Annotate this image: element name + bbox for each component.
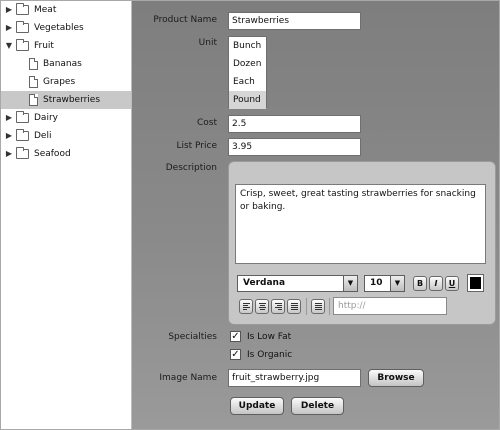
expand-arrow-icon[interactable]: ▶ <box>4 109 14 127</box>
browse-button[interactable]: Browse <box>368 369 424 387</box>
tree-item-fruit[interactable]: ▼ Fruit <box>1 37 131 55</box>
align-left-button[interactable] <box>239 299 253 314</box>
low-fat-checkbox[interactable]: ✓ <box>230 331 241 342</box>
chevron-down-icon[interactable]: ▼ <box>343 275 358 292</box>
tree-item-label: Deli <box>34 131 52 141</box>
document-icon <box>29 94 38 106</box>
align-center-button[interactable] <box>255 299 269 314</box>
folder-icon <box>16 111 29 123</box>
product-form: Product Name Strawberries Unit Bunch Doz… <box>132 1 499 429</box>
expand-arrow-icon[interactable]: ▶ <box>4 127 14 145</box>
unit-list[interactable]: Bunch Dozen Each Pound <box>228 36 267 109</box>
unit-label: Unit <box>198 38 217 48</box>
organic-label: Is Organic <box>247 350 293 360</box>
low-fat-label: Is Low Fat <box>247 332 292 342</box>
font-size-value: 10 <box>370 278 383 288</box>
tree-item-label: Strawberries <box>43 95 101 105</box>
underline-button[interactable]: U <box>445 276 459 291</box>
folder-icon <box>16 3 29 15</box>
cost-label: Cost <box>196 118 217 128</box>
unit-option-bunch[interactable]: Bunch <box>229 37 266 55</box>
font-family-value: Verdana <box>243 278 286 288</box>
update-button[interactable]: Update <box>230 397 284 415</box>
tree-item-label: Meat <box>34 5 57 15</box>
tree-item-label: Fruit <box>34 41 54 51</box>
align-justify-icon <box>291 303 298 311</box>
bullet-list-button[interactable] <box>311 299 325 314</box>
product-name-input[interactable]: Strawberries <box>228 12 361 30</box>
toolbar-divider <box>329 298 330 315</box>
tree-item-dairy[interactable]: ▶ Dairy <box>1 109 131 127</box>
tree-item-seafood[interactable]: ▶ Seafood <box>1 145 131 163</box>
tree-item-strawberries[interactable]: Strawberries <box>1 91 131 109</box>
folder-icon <box>16 129 29 141</box>
app-window: ▶ Meat ▶ Vegetables ▼ Fruit Bananas Grap… <box>0 0 500 430</box>
list-price-label: List Price <box>176 141 217 151</box>
chevron-down-icon[interactable]: ▼ <box>390 275 405 292</box>
toolbar-divider <box>306 298 307 315</box>
image-name-input[interactable]: fruit_strawberry.jpg <box>228 369 361 387</box>
description-textarea[interactable]: Crisp, sweet, great tasting strawberries… <box>235 184 486 264</box>
link-url-input[interactable]: http:// <box>333 297 447 315</box>
organic-checkbox[interactable]: ✓ <box>230 349 241 360</box>
list-price-input[interactable]: 3.95 <box>228 138 361 156</box>
text-color-swatch[interactable] <box>467 274 484 292</box>
description-label: Description <box>165 163 217 173</box>
unit-option-each[interactable]: Each <box>229 73 266 91</box>
tree-item-vegetables[interactable]: ▶ Vegetables <box>1 19 131 37</box>
align-left-icon <box>243 303 250 311</box>
tree-item-grapes[interactable]: Grapes <box>1 73 131 91</box>
document-icon <box>29 58 38 70</box>
font-family-select[interactable]: Verdana ▼ <box>237 275 358 292</box>
expand-arrow-icon[interactable]: ▶ <box>4 19 14 37</box>
cost-input[interactable]: 2.5 <box>228 115 361 133</box>
expand-arrow-icon[interactable]: ▶ <box>4 1 14 19</box>
justify-button[interactable] <box>287 299 301 314</box>
tree-item-bananas[interactable]: Bananas <box>1 55 131 73</box>
expand-arrow-icon[interactable]: ▶ <box>4 145 14 163</box>
description-editor: Crisp, sweet, great tasting strawberries… <box>228 161 496 325</box>
tree-item-label: Bananas <box>43 59 82 69</box>
font-size-select[interactable]: 10 ▼ <box>364 275 405 292</box>
tree-item-label: Seafood <box>34 149 71 159</box>
image-name-label: Image Name <box>159 373 217 383</box>
bold-button[interactable]: B <box>413 276 427 291</box>
tree-item-label: Vegetables <box>34 23 84 33</box>
tree-item-meat[interactable]: ▶ Meat <box>1 1 131 19</box>
folder-icon <box>16 147 29 159</box>
collapse-arrow-icon[interactable]: ▼ <box>4 37 14 55</box>
align-right-icon <box>275 303 282 311</box>
document-icon <box>29 76 38 88</box>
open-folder-icon <box>16 39 29 51</box>
unit-option-dozen[interactable]: Dozen <box>229 55 266 73</box>
specialties-label: Specialties <box>168 332 217 342</box>
unit-option-pound[interactable]: Pound <box>229 91 266 109</box>
product-name-label: Product Name <box>153 15 217 25</box>
align-center-icon <box>259 303 266 311</box>
folder-icon <box>16 21 29 33</box>
delete-button[interactable]: Delete <box>291 397 344 415</box>
bullet-list-icon <box>315 303 322 311</box>
category-tree: ▶ Meat ▶ Vegetables ▼ Fruit Bananas Grap… <box>1 1 132 429</box>
tree-item-deli[interactable]: ▶ Deli <box>1 127 131 145</box>
tree-item-label: Grapes <box>43 77 76 87</box>
align-right-button[interactable] <box>271 299 285 314</box>
italic-button[interactable]: I <box>429 276 443 291</box>
tree-item-label: Dairy <box>34 113 58 123</box>
